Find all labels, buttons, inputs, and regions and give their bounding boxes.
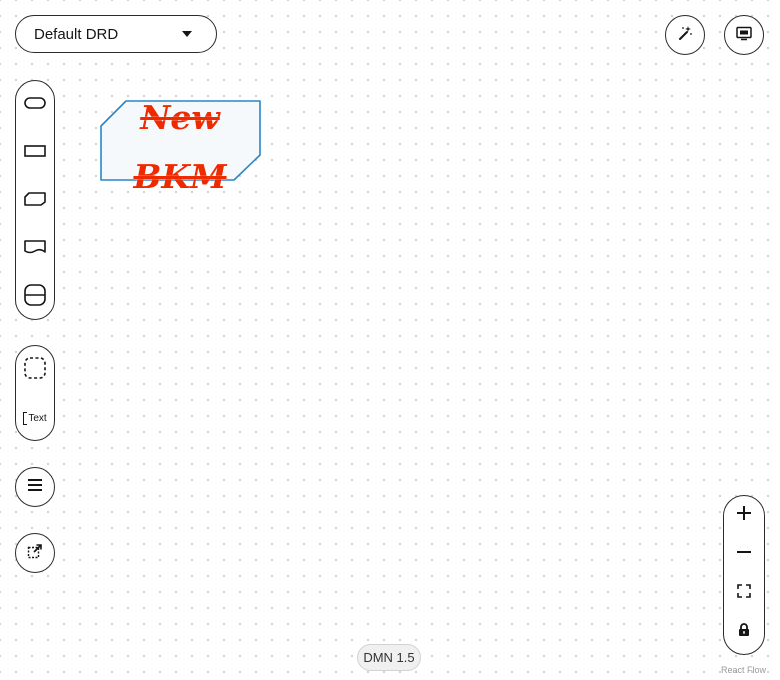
decision-service-icon (23, 283, 47, 312)
group-icon (23, 356, 47, 385)
zoom-out-button[interactable] (724, 535, 764, 574)
palette-knowledge-source[interactable] (16, 225, 54, 273)
palette-bkm[interactable] (16, 177, 54, 225)
external-link-icon (27, 543, 43, 564)
decision-icon (23, 95, 47, 116)
dmn-version-badge: DMN 1.5 (357, 644, 421, 671)
knowledge-source-icon (23, 238, 47, 261)
node-palette (15, 80, 55, 320)
open-external-button[interactable] (15, 533, 55, 573)
caret-down-icon (182, 31, 192, 37)
drd-selector[interactable]: Default DRD (15, 15, 217, 53)
bkm-node-label: New BKM (100, 88, 260, 206)
zoom-out-icon (737, 545, 751, 564)
bkm-node-label-line-1: New (140, 98, 220, 137)
zoom-controls (723, 495, 765, 655)
palette-decision[interactable] (16, 81, 54, 129)
bkm-node[interactable]: New BKM (100, 98, 261, 196)
text-annotation-icon: Text (23, 411, 47, 425)
bkm-node-label-line-2: BKM (133, 157, 227, 196)
zoom-in-button[interactable] (724, 496, 764, 535)
fit-view-icon (737, 584, 751, 603)
palette-group[interactable] (16, 346, 54, 394)
palette-input-data[interactable] (16, 129, 54, 177)
palette-decision-service[interactable] (16, 273, 54, 321)
bkm-icon (23, 190, 47, 213)
overlays-button[interactable] (724, 15, 764, 55)
react-flow-attribution[interactable]: React Flow (721, 665, 766, 675)
artifact-palette: Text (15, 345, 55, 441)
drd-selector-value: Default DRD (34, 25, 119, 43)
input-data-icon (23, 143, 47, 164)
lock-icon (738, 623, 750, 642)
zoom-in-icon (737, 506, 751, 525)
overlays-icon (736, 25, 752, 46)
menu-button[interactable] (15, 467, 55, 507)
autolayout-button[interactable] (665, 15, 705, 55)
text-annotation-label: Text (28, 412, 47, 424)
fit-view-button[interactable] (724, 574, 764, 613)
palette-text-annotation[interactable]: Text (16, 394, 54, 442)
lock-button[interactable] (724, 613, 764, 652)
hamburger-icon (28, 478, 42, 496)
magic-wand-icon (677, 25, 693, 46)
